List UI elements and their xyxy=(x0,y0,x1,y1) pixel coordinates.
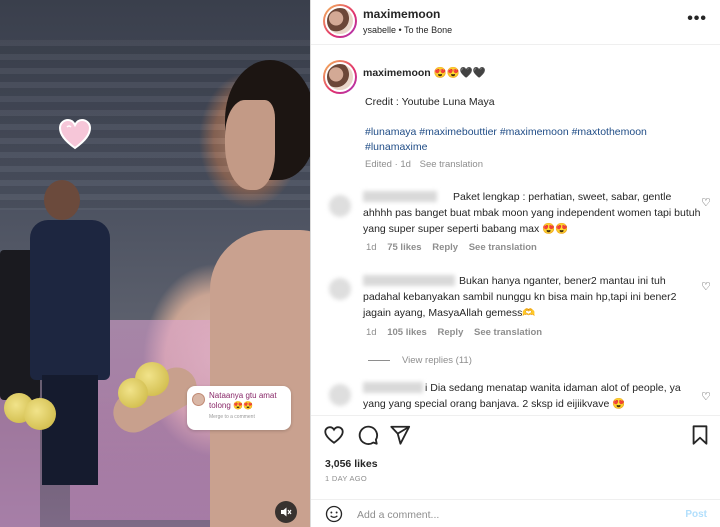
comment-avatar[interactable] xyxy=(329,278,351,300)
caption-age: 1d xyxy=(400,159,411,170)
comment-avatar[interactable] xyxy=(329,384,351,406)
comment-age: 1d xyxy=(366,327,377,338)
caption-username[interactable]: maximemoon xyxy=(363,67,431,79)
sticker-avatar xyxy=(192,393,205,406)
caption-credit: Credit : Youtube Luna Maya xyxy=(365,96,495,108)
sticker-subtext: Merge to a comment xyxy=(209,414,255,420)
share-paper-plane-icon[interactable] xyxy=(389,424,411,446)
comment-text: Bukan hanya nganter, bener2 mantau ini t… xyxy=(363,275,677,319)
author-username[interactable]: maximemoon xyxy=(363,7,440,21)
add-comment-input[interactable]: Add a comment... xyxy=(357,509,439,521)
post-video[interactable]: Nataanya gtu amat tolong 😍😍 Merge to a c… xyxy=(0,0,310,527)
man-figure xyxy=(30,180,110,485)
post-comment-button[interactable]: Post xyxy=(685,509,707,520)
caption-avatar[interactable] xyxy=(323,60,357,94)
comment-like-heart-icon[interactable]: ♡ xyxy=(701,390,711,403)
audio-user: ysabelle xyxy=(363,25,397,35)
likes-count[interactable]: 3,056 likes xyxy=(325,458,378,470)
comment-text: Paket lengkap : perhatian, sweet, sabar,… xyxy=(363,191,701,235)
comment-age: 1d xyxy=(366,242,377,253)
comment-reply[interactable]: Reply xyxy=(432,242,458,253)
post-actions-bar xyxy=(311,415,720,455)
comment-reply[interactable]: Reply xyxy=(437,327,463,338)
comment-see-translation[interactable]: See translation xyxy=(469,242,537,253)
comment-meta: 1d 105 likes Reply See translation xyxy=(366,327,542,338)
author-avatar[interactable] xyxy=(323,4,357,38)
comment-bubble-icon[interactable] xyxy=(357,424,379,446)
comment-like-heart-icon[interactable]: ♡ xyxy=(701,196,711,209)
caption-author: maximemoon 😍😍🖤🖤 xyxy=(363,66,486,79)
caption-meta: Edited · 1d See translation xyxy=(365,159,483,170)
post-header: maximemoon ysabelle • To the Bone ••• xyxy=(311,0,720,45)
heart-sticker-icon xyxy=(58,118,92,150)
add-comment-bar: Add a comment... Post xyxy=(311,499,720,527)
audio-info[interactable]: ysabelle • To the Bone xyxy=(363,25,452,35)
caption-hashtags[interactable]: #lunamaya #maximebouttier #maximemoon #m… xyxy=(365,125,705,155)
view-replies-link[interactable]: View replies (11) xyxy=(402,355,472,366)
audio-track: To the Bone xyxy=(404,25,453,35)
comment-see-translation[interactable]: See translation xyxy=(474,327,542,338)
question-sticker[interactable]: Nataanya gtu amat tolong 😍😍 Merge to a c… xyxy=(187,386,291,430)
tennis-ball xyxy=(24,398,56,430)
comment-meta: 1d 75 likes Reply See translation xyxy=(366,242,537,253)
post-detail-panel: maximemoon ysabelle • To the Bone ••• ma… xyxy=(310,0,720,527)
save-bookmark-icon[interactable] xyxy=(689,424,711,446)
comment-text: i Dia sedang menatap wanita idaman alot … xyxy=(363,382,681,410)
audio-separator: • xyxy=(398,25,402,35)
instagram-post-view: Nataanya gtu amat tolong 😍😍 Merge to a c… xyxy=(0,0,720,527)
edited-label: Edited xyxy=(365,159,392,170)
tennis-ball xyxy=(118,378,148,408)
emoji-smiley-icon[interactable] xyxy=(325,505,343,523)
comment-avatar[interactable] xyxy=(329,195,351,217)
comment-partial: i Dia sedang menatap wanita idaman alot … xyxy=(311,378,720,414)
comment-like-heart-icon[interactable]: ♡ xyxy=(701,280,711,293)
more-options-icon[interactable]: ••• xyxy=(687,10,707,28)
woman-figure xyxy=(106,60,310,527)
comment-likes[interactable]: 105 likes xyxy=(387,327,427,338)
caption-see-translation[interactable]: See translation xyxy=(420,159,483,170)
caption-emoji: 😍😍🖤🖤 xyxy=(433,67,486,79)
post-date: 1 DAY AGO xyxy=(325,474,368,483)
like-heart-icon[interactable] xyxy=(323,424,345,446)
comment-likes[interactable]: 75 likes xyxy=(387,242,421,253)
mute-toggle-icon[interactable] xyxy=(275,501,297,523)
view-replies-line xyxy=(368,360,390,361)
sticker-question-text: Nataanya gtu amat tolong 😍😍 xyxy=(209,391,277,410)
